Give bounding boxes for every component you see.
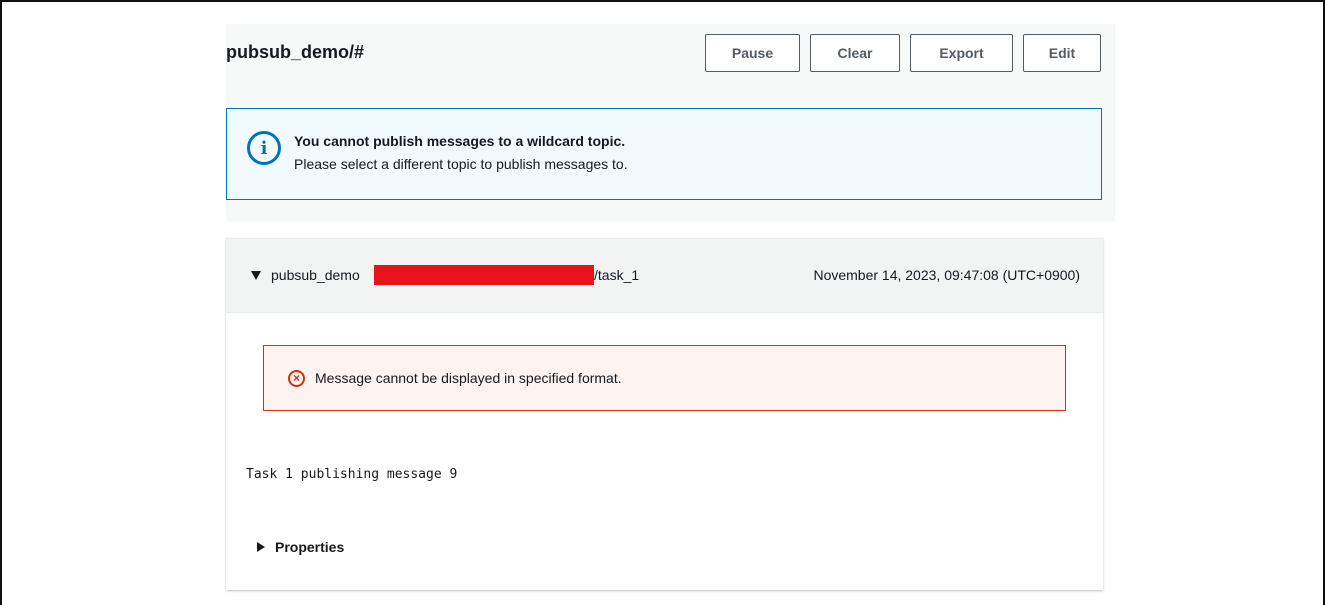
subscription-toolbar: Pause Clear Export Edit [705, 34, 1101, 72]
message-topic-suffix: /task_1 [594, 267, 640, 283]
redaction-bar [374, 265, 594, 285]
properties-label[interactable]: Properties [275, 539, 344, 555]
subscription-topic-panel: pubsub_demo/# Pause Clear Export Edit i … [226, 24, 1115, 222]
properties-toggle[interactable]: Properties [257, 539, 344, 555]
message-header[interactable]: pubsub_demo /task_1 November 14, 2023, 0… [226, 239, 1103, 313]
pause-button[interactable]: Pause [705, 34, 800, 72]
clear-button[interactable]: Clear [810, 34, 900, 72]
message-payload: Task 1 publishing message 9 [246, 467, 458, 482]
message-card: pubsub_demo /task_1 November 14, 2023, 0… [226, 238, 1103, 590]
wildcard-publish-info-alert: i You cannot publish messages to a wildc… [226, 108, 1102, 200]
caret-right-icon[interactable] [257, 542, 265, 552]
info-alert-body: Please select a different topic to publi… [294, 156, 628, 172]
error-alert-text: Message cannot be displayed in specified… [315, 370, 622, 386]
info-icon: i [247, 131, 281, 165]
subscription-topic-title: pubsub_demo/# [226, 42, 365, 62]
export-button[interactable]: Export [910, 34, 1013, 72]
format-error-alert: × Message cannot be displayed in specifi… [263, 345, 1066, 411]
info-alert-title: You cannot publish messages to a wildcar… [294, 133, 626, 149]
error-circle-icon: × [288, 370, 305, 387]
message-topic-prefix: pubsub_demo [271, 267, 360, 283]
caret-down-icon[interactable] [251, 271, 261, 280]
message-timestamp: November 14, 2023, 09:47:08 (UTC+0900) [813, 267, 1080, 283]
edit-button[interactable]: Edit [1023, 34, 1101, 72]
